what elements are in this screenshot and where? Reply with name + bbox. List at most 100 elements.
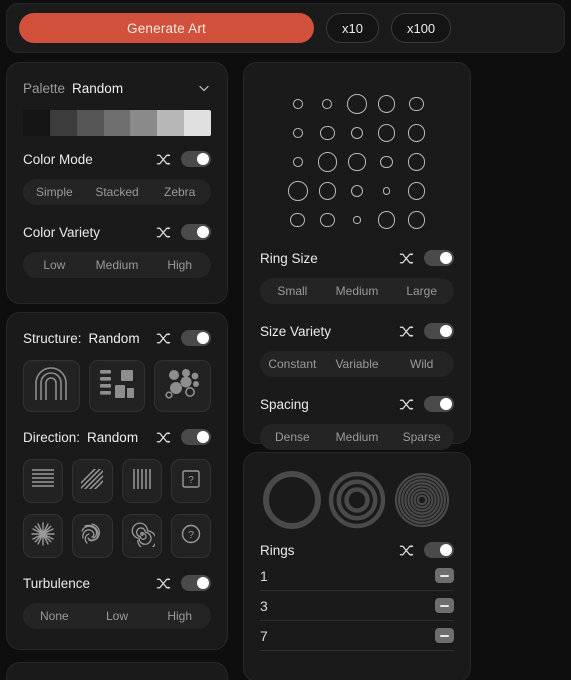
ring-preview-3[interactable]: [328, 471, 386, 529]
color-variety-segmented[interactable]: Low Medium High: [23, 252, 211, 278]
palette-swatch[interactable]: [157, 110, 185, 136]
circle-glyph: [407, 182, 425, 200]
shuffle-icon[interactable]: [156, 152, 171, 167]
direction-tile-starburst[interactable]: [23, 514, 64, 558]
shuffle-icon[interactable]: [399, 397, 414, 412]
segment-spacing-dense[interactable]: Dense: [260, 424, 325, 450]
color-mode-toggle[interactable]: [181, 151, 211, 167]
direction-tile-swirl[interactable]: [72, 514, 113, 558]
segment-turbulence-low[interactable]: Low: [86, 603, 149, 629]
ring-row[interactable]: 3: [260, 591, 454, 621]
circle-glyph: [378, 95, 396, 113]
segment-size-variety-constant[interactable]: Constant: [260, 351, 325, 377]
shuffle-icon[interactable]: [156, 576, 171, 591]
ring-row[interactable]: 7: [260, 621, 454, 651]
color-mode-segmented[interactable]: Simple Stacked Zebra: [23, 179, 211, 205]
diagonal-lines-icon: [79, 467, 105, 496]
circle-glyph: [380, 155, 393, 169]
segment-spacing-medium[interactable]: Medium: [325, 424, 390, 450]
palette-swatch[interactable]: [103, 110, 131, 136]
structure-tile-blocks[interactable]: [88, 360, 146, 412]
segment-ring-size-large[interactable]: Large: [389, 278, 454, 304]
circle-preview-cell: [342, 149, 372, 175]
shuffle-icon[interactable]: [399, 543, 414, 558]
circle-preview-cell: [313, 149, 343, 175]
spacing-toggle[interactable]: [424, 396, 454, 412]
palette-swatch-strip[interactable]: [23, 110, 211, 136]
circle-preview-cell: [401, 207, 431, 233]
svg-text:?: ?: [188, 529, 194, 541]
segment-color-mode-zebra[interactable]: Zebra: [148, 179, 211, 205]
structure-icon-tiles: [23, 360, 212, 412]
direction-tile-horizontal[interactable]: [23, 459, 64, 503]
circle-glyph: [317, 152, 338, 172]
ring-size-segmented[interactable]: Small Medium Large: [260, 278, 454, 304]
shuffle-icon[interactable]: [399, 251, 414, 266]
circle-size-preview-grid: [283, 91, 431, 233]
turbulence-toggle[interactable]: [181, 575, 211, 591]
size-variety-segmented[interactable]: Constant Variable Wild: [260, 351, 454, 377]
structure-tile-arch[interactable]: [23, 360, 80, 412]
direction-icon-tiles-row1: ?: [23, 459, 211, 503]
circle-glyph: [348, 153, 366, 171]
shuffle-icon[interactable]: [399, 324, 414, 339]
multiplier-x100-button[interactable]: x100: [390, 13, 452, 43]
circle-preview-cell: [401, 149, 431, 175]
ring-row-value: 3: [260, 597, 268, 614]
segment-color-mode-simple[interactable]: Simple: [23, 179, 86, 205]
circle-preview-cell: [283, 207, 313, 233]
segment-color-variety-high[interactable]: High: [148, 252, 211, 278]
palette-swatch[interactable]: [184, 110, 211, 136]
segment-color-mode-stacked[interactable]: Stacked: [86, 179, 149, 205]
spacing-segmented[interactable]: Dense Medium Sparse: [260, 424, 454, 450]
segment-ring-size-small[interactable]: Small: [260, 278, 325, 304]
direction-tile-square-question[interactable]: ?: [170, 459, 211, 503]
circle-preview-cell: [372, 120, 402, 146]
chevron-down-icon[interactable]: [197, 81, 211, 95]
segment-spacing-sparse[interactable]: Sparse: [389, 424, 454, 450]
ring-preview-8[interactable]: [393, 471, 451, 529]
structure-toggle[interactable]: [181, 330, 211, 346]
direction-tile-vertical[interactable]: [121, 459, 162, 503]
segment-color-variety-low[interactable]: Low: [23, 252, 86, 278]
circle-question-icon: ?: [179, 522, 203, 551]
minus-icon[interactable]: [435, 628, 454, 643]
shuffle-icon[interactable]: [156, 225, 171, 240]
shuffle-icon[interactable]: [156, 430, 171, 445]
shuffle-icon[interactable]: [156, 331, 171, 346]
palette-swatch[interactable]: [49, 110, 77, 136]
swirl-icon: [79, 521, 105, 552]
rings-toggle[interactable]: [424, 542, 454, 558]
ring-row-value: 7: [260, 627, 268, 644]
direction-tile-diagonal[interactable]: [72, 459, 113, 503]
minus-icon[interactable]: [435, 568, 454, 583]
generate-art-button[interactable]: Generate Art: [19, 13, 314, 43]
segment-color-variety-medium[interactable]: Medium: [86, 252, 149, 278]
ring-size-toggle[interactable]: [424, 250, 454, 266]
circle-glyph: [320, 125, 335, 141]
segment-ring-size-medium[interactable]: Medium: [325, 278, 390, 304]
size-variety-toggle[interactable]: [424, 323, 454, 339]
palette-swatch[interactable]: [23, 110, 50, 136]
turbulence-segmented[interactable]: None Low High: [23, 603, 211, 629]
direction-toggle[interactable]: [181, 429, 211, 445]
segment-turbulence-high[interactable]: High: [148, 603, 211, 629]
segment-size-variety-variable[interactable]: Variable: [325, 351, 390, 377]
circle-preview-cell: [401, 178, 431, 204]
minus-icon[interactable]: [435, 598, 454, 613]
circle-glyph: [292, 157, 303, 167]
segment-size-variety-wild[interactable]: Wild: [389, 351, 454, 377]
multiplier-x10-button[interactable]: x10: [326, 13, 379, 43]
palette-swatch[interactable]: [130, 110, 158, 136]
rings-panel: Rings 1 3 7: [243, 452, 471, 680]
ring-row[interactable]: 1: [260, 561, 454, 591]
palette-swatch[interactable]: [76, 110, 104, 136]
structure-tile-cluster[interactable]: [154, 360, 212, 412]
ring-preview-1[interactable]: [263, 471, 322, 529]
palette-header[interactable]: Palette Random: [23, 77, 211, 99]
direction-tile-circle-question[interactable]: ?: [170, 514, 211, 558]
segment-turbulence-none[interactable]: None: [23, 603, 86, 629]
direction-tile-spiral[interactable]: [121, 514, 162, 558]
spiral-icon: [129, 521, 157, 552]
color-variety-toggle[interactable]: [181, 224, 211, 240]
